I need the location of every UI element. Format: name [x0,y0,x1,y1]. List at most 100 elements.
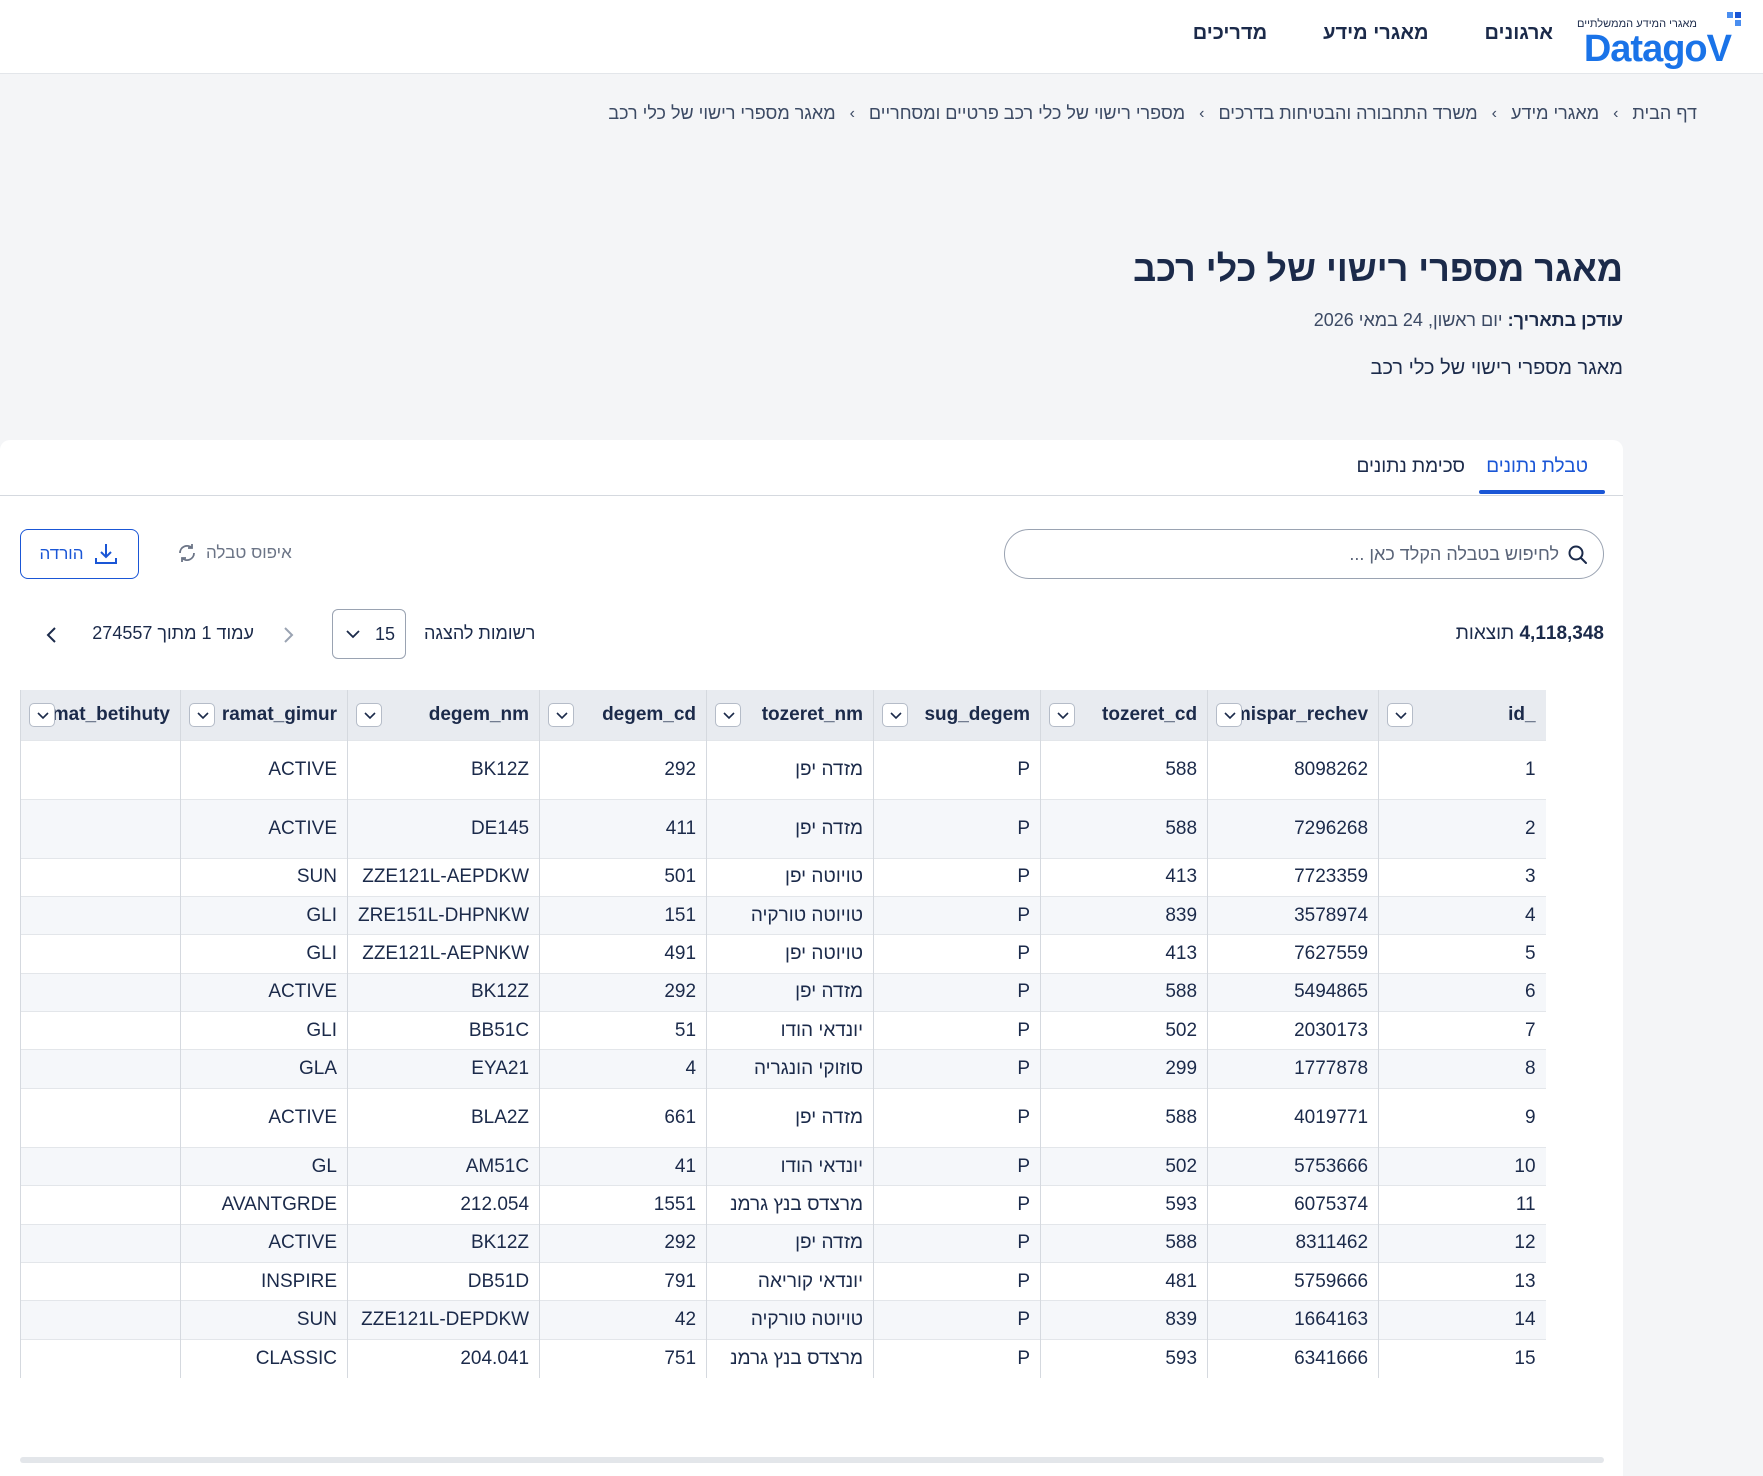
table-cell: טויוטה טורקיה [706,896,874,935]
top-navbar: מאגרי המידע הממשלתיים DatagoV ארגונים מא… [0,0,1763,74]
table-cell: מזדה יפן [706,1088,874,1148]
refresh-icon [179,544,195,562]
table-cell: 502 [1040,1011,1208,1050]
table-row[interactable]: 2 7296268 588 P מזדה יפן 411 DE145 ACTIVE [20,799,1546,858]
table-cell: 7627559 [1207,934,1379,974]
breadcrumb-home[interactable]: דף הבית [1632,103,1697,124]
table-row[interactable]: 1 8098262 588 P מזדה יפן 292 BK12Z ACTIVE [20,740,1546,799]
table-row[interactable]: 4 3578974 839 P טויוטה טורקיה 151 ZRE151L-DHPN… [20,896,1546,935]
table-cell: P [873,1185,1041,1225]
reset-table-button[interactable]: איפוס טבלה [176,542,292,564]
table-cell: 411 [539,799,707,858]
table-cell [20,858,181,897]
chevron-left-icon[interactable] [40,623,64,647]
table-row[interactable]: 8 1777878 299 P סוזוקי הונגריה 4 EYA21 GLA [20,1049,1546,1089]
column-filter-button[interactable] [882,703,909,727]
breadcrumb-dataset[interactable]: מספרי רישוי של כלי רכב פרטיים ומסחריים [869,103,1185,124]
table-cell: AVANTGRDE [180,1185,348,1225]
column-header[interactable]: tozeret_cd [1040,690,1208,740]
tab-data-schema[interactable]: סכימת נתונים [1356,456,1465,478]
table-cell: P [873,1224,1041,1263]
table-cell: יונדאי הודו [706,1147,874,1186]
table-row[interactable]: 13 5759666 481 P יונדאי קוריאה 791 DB51D INSPIR… [20,1262,1546,1301]
table-cell: מרצדס בנץ גרמנ [706,1185,874,1225]
download-label: הורדה [39,544,84,563]
table-cell: GLI [180,1011,348,1050]
chevron-left-icon: ‹ [1491,104,1497,122]
table-row[interactable]: 15 6341666 593 P מרצדס בנץ גרמנ 751 204.041 CLA… [20,1339,1546,1378]
column-header[interactable]: _id [1378,690,1546,740]
download-button[interactable]: הורדה [20,529,139,579]
nav-datasets[interactable]: מאגרי מידע [1323,22,1428,45]
data-table-container[interactable]: _id mispar_rechev... tozeret_cd sug_degem to… [20,690,1604,1460]
table-cell [20,973,181,1012]
table-cell: 2 [1378,799,1546,858]
column-filter-button[interactable] [548,703,575,727]
table-cell: 212.054 [346,1185,540,1225]
column-header[interactable]: ramat_betihuty [20,690,181,740]
breadcrumb-datasets[interactable]: מאגרי מידע [1511,103,1599,124]
table-cell: P [873,934,1041,974]
table-cell: BLA2Z [346,1088,540,1148]
table-cell: GL [180,1147,348,1186]
table-cell: P [873,1147,1041,1186]
column-header[interactable]: ramat_gimur [180,690,348,740]
table-row[interactable]: 3 7723359 413 P טויוטה יפן 501 ZZE121L-AEPDKW S… [20,858,1546,897]
table-cell: 481 [1040,1262,1208,1301]
search-input[interactable] [1039,542,1559,566]
column-filter-button[interactable] [715,703,742,727]
table-row[interactable]: 10 5753666 502 P יונדאי הודו 41 AM51C GL [20,1147,1546,1186]
column-filter-button[interactable] [29,703,55,727]
nav-organizations[interactable]: ארגונים [1485,22,1553,45]
table-row[interactable]: 14 1664163 839 P טויוטה טורקיה 42 ZZE121L-DEPD… [20,1300,1546,1340]
column-filter-button[interactable] [189,703,215,727]
table-cell: CLASSIC [180,1339,348,1378]
column-header[interactable]: mispar_rechev... [1207,690,1379,740]
table-cell: 593 [1040,1339,1208,1378]
chevron-right-icon[interactable] [276,623,300,647]
table-row[interactable]: 6 5494865 588 P מזדה יפן 292 BK12Z ACTIVE [20,973,1546,1012]
data-table: _id mispar_rechev... tozeret_cd sug_degem to… [20,690,1546,1378]
table-cell: 292 [539,973,707,1012]
table-row[interactable]: 7 2030173 502 P יונדאי הודו 51 BB51C GLI [20,1011,1546,1050]
table-cell: 7296268 [1207,799,1379,858]
table-cell: 751 [539,1339,707,1378]
tab-data-table[interactable]: טבלת נתונים [1486,456,1588,478]
page-title: מאגר מספרי רישוי של כלי רכב [1133,248,1623,289]
table-cell [20,896,181,935]
table-cell: 5494865 [1207,973,1379,1012]
table-cell: מזדה יפן [706,1224,874,1263]
pagination: עמוד 1 מתוך 274557 [40,619,300,651]
table-cell: 292 [539,740,707,799]
rows-per-page-value: 15 [374,624,395,644]
table-cell: SUN [180,858,348,897]
column-filter-button[interactable] [1387,703,1414,727]
column-header[interactable]: degem_nm [346,690,540,740]
column-header[interactable]: degem_cd [539,690,707,740]
horizontal-scrollbar[interactable] [20,1457,1604,1463]
table-cell: ZZE121L-DEPDKW [346,1300,540,1340]
column-filter-button[interactable] [1049,703,1076,727]
table-cell: 5759666 [1207,1262,1379,1301]
table-cell: 151 [539,896,707,935]
nav-guides[interactable]: מדריכים [1193,22,1267,45]
table-cell: 593 [1040,1185,1208,1225]
table-row[interactable]: 9 4019771 588 P מזדה יפן 661 BLA2Z ACTIVE [20,1088,1546,1148]
table-cell: 292 [539,1224,707,1263]
table-row[interactable]: 11 6075374 593 P מרצדס בנץ גרמנ 1551 212.054 AV… [20,1185,1546,1225]
column-filter-button[interactable] [356,703,382,727]
table-cell: 42 [539,1300,707,1340]
column-filter-button[interactable] [1216,703,1243,727]
table-cell: 13 [1378,1262,1546,1301]
table-cell: 8311462 [1207,1224,1379,1263]
table-cell: 588 [1040,799,1208,858]
table-row[interactable]: 5 7627559 413 P טויוטה יפן 491 ZZE121L-AEPNKW G… [20,934,1546,974]
column-header[interactable]: sug_degem [873,690,1041,740]
column-header[interactable]: tozeret_nm [706,690,874,740]
rows-per-page-select[interactable]: 15 [332,609,406,659]
table-cell: DB51D [346,1262,540,1301]
datagov-logo[interactable]: מאגרי המידע הממשלתיים DatagoV [1577,12,1741,70]
breadcrumb-ministry[interactable]: משרד התחבורה והבטיחות בדרכים [1218,103,1477,124]
table-row[interactable]: 12 8311462 588 P מזדה יפן 292 BK12Z ACTIVE [20,1224,1546,1263]
table-cell: 1664163 [1207,1300,1379,1340]
